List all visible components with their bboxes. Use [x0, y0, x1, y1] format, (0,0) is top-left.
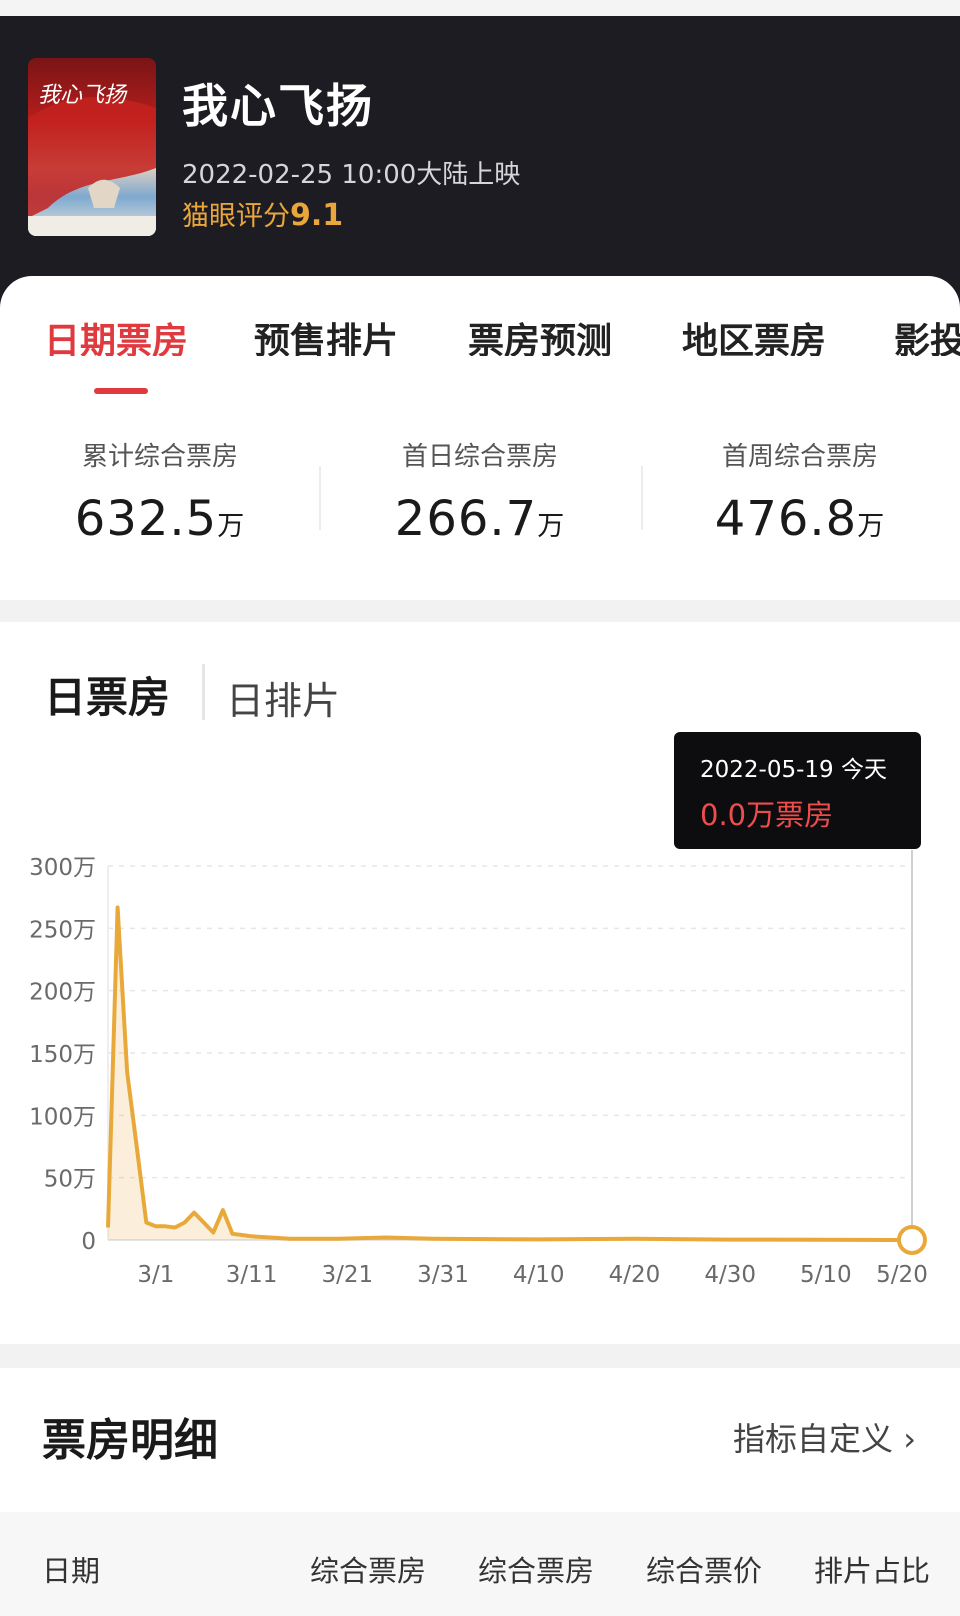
data-point [165, 1226, 166, 1227]
poster-art-icon: 我心飞扬 [28, 83, 156, 236]
column-header-total-box-office[interactable]: 综合票房 [310, 1548, 426, 1590]
status-strip [0, 0, 960, 16]
chevron-right-icon: › [893, 1420, 916, 1458]
tab-cinema-investment[interactable]: 影投 [894, 312, 960, 356]
stat-value: 476.8万 [714, 491, 886, 547]
stat-label: 首周综合票房 [721, 442, 878, 472]
y-tick-label: 200万 [29, 980, 96, 1006]
data-point [194, 1212, 195, 1213]
data-point [117, 907, 118, 908]
series-area [108, 907, 912, 1240]
tab-presale-schedule[interactable]: 预售排片 [254, 312, 398, 356]
stat-first-day-box-office: 首日综合票房 266.7万 [320, 436, 640, 547]
stats-panel: 日期票房 预售排片 票房预测 地区票房 影投 累计综合票房 632.5万 首日综… [0, 276, 960, 600]
customize-metrics-link[interactable]: 指标自定义 › [733, 1414, 916, 1460]
data-point [146, 1222, 147, 1223]
data-point [127, 1071, 128, 1072]
data-point [433, 1238, 434, 1239]
tab-box-office-forecast[interactable]: 票房预测 [468, 312, 612, 356]
stat-label: 首日综合票房 [401, 442, 558, 472]
data-point [242, 1235, 243, 1236]
tab-regional-box-office[interactable]: 地区票房 [682, 312, 826, 356]
release-info: 2022-02-25 10:00大陆上映 [182, 160, 521, 190]
data-point [184, 1222, 185, 1223]
rating: 猫眼评分9.1 [182, 194, 343, 233]
y-tick-label: 150万 [29, 1042, 96, 1068]
data-point [222, 1210, 223, 1211]
y-tick-label: 100万 [29, 1104, 96, 1130]
y-tick-label: 0 [81, 1229, 96, 1255]
data-point [213, 1232, 214, 1233]
x-tick-label: 3/1 [137, 1262, 174, 1288]
data-point [289, 1238, 290, 1239]
data-point [175, 1227, 176, 1228]
table-header: 日期 综合票房 综合票房 综合票价 排片占比 [0, 1512, 960, 1616]
movie-title: 我心飞扬 [182, 79, 374, 133]
data-point [232, 1233, 233, 1234]
chart-tooltip: 2022-05-19 今天 0.0万票房 [674, 732, 921, 849]
y-tick-label: 300万 [29, 855, 96, 881]
data-point [730, 1239, 731, 1240]
x-tick-label: 4/30 [704, 1262, 756, 1288]
column-header-avg-ticket-price[interactable]: 综合票价 [646, 1548, 762, 1590]
x-tick-label: 4/10 [513, 1262, 565, 1288]
y-tick-label: 250万 [29, 917, 96, 943]
tab-daily-box-office[interactable]: 日期票房 [44, 312, 188, 356]
data-point [203, 1222, 204, 1223]
svg-text:我心飞扬: 我心飞扬 [38, 83, 128, 108]
series-line [106, 905, 913, 1242]
x-tick-label: 5/20 [876, 1262, 928, 1288]
data-point [385, 1237, 386, 1238]
data-point [136, 1146, 137, 1147]
tooltip-date: 2022-05-19 今天 [700, 757, 887, 783]
box-office-chart[interactable]: 300万 250万 200万 150万 100万 50万 0 3/1 3/11 3/21 3/31 4… [0, 622, 960, 1344]
movie-header: 我心飞扬 我心飞扬 2022-02-25 10:00大陆上映 猫眼评分9.1 [0, 16, 960, 316]
stat-total-box-office: 累计综合票房 632.5万 [0, 436, 320, 547]
x-tick-label: 3/31 [417, 1262, 469, 1288]
data-point [108, 1227, 109, 1228]
rating-score: 9.1 [290, 198, 344, 233]
daily-box-office-card: 日票房 日排片 300万 250万 200万 150万 100万 50万 0 3/1 3/11 3… [0, 622, 960, 1344]
data-point [634, 1238, 635, 1239]
tooltip-value: 0.0万票房 [700, 798, 834, 832]
tab-bar: 日期票房 预售排片 票房预测 地区票房 影投 [0, 312, 960, 356]
box-office-detail-card: 票房明细 指标自定义 › 日期 综合票房 综合票房 综合票价 排片占比 [0, 1368, 960, 1616]
data-point [538, 1239, 539, 1240]
column-header-date[interactable]: 日期 [42, 1548, 100, 1590]
x-tick-label: 4/20 [609, 1262, 661, 1288]
active-tab-indicator [94, 388, 148, 394]
column-header-box-office-share[interactable]: 综合票房 [478, 1548, 594, 1590]
column-header-schedule-share[interactable]: 排片占比 [814, 1548, 930, 1590]
x-tick-label: 5/10 [800, 1262, 852, 1288]
stat-value: 266.7万 [394, 491, 566, 547]
rating-label: 猫眼评分 [182, 201, 290, 232]
data-point [251, 1236, 252, 1237]
x-tick-label: 3/21 [321, 1262, 373, 1288]
data-point [825, 1239, 826, 1240]
y-tick-label: 50万 [44, 1167, 96, 1193]
stat-label: 累计综合票房 [81, 442, 238, 472]
stat-first-week-box-office: 首周综合票房 476.8万 [640, 436, 960, 547]
detail-title: 票房明细 [42, 1415, 218, 1466]
highlight-point [897, 1225, 927, 1255]
x-tick-label: 3/11 [226, 1262, 278, 1288]
data-point [270, 1237, 271, 1238]
data-point [155, 1226, 156, 1227]
stat-value: 632.5万 [74, 491, 246, 547]
data-point [337, 1238, 338, 1239]
movie-poster[interactable]: 我心飞扬 [28, 58, 156, 236]
